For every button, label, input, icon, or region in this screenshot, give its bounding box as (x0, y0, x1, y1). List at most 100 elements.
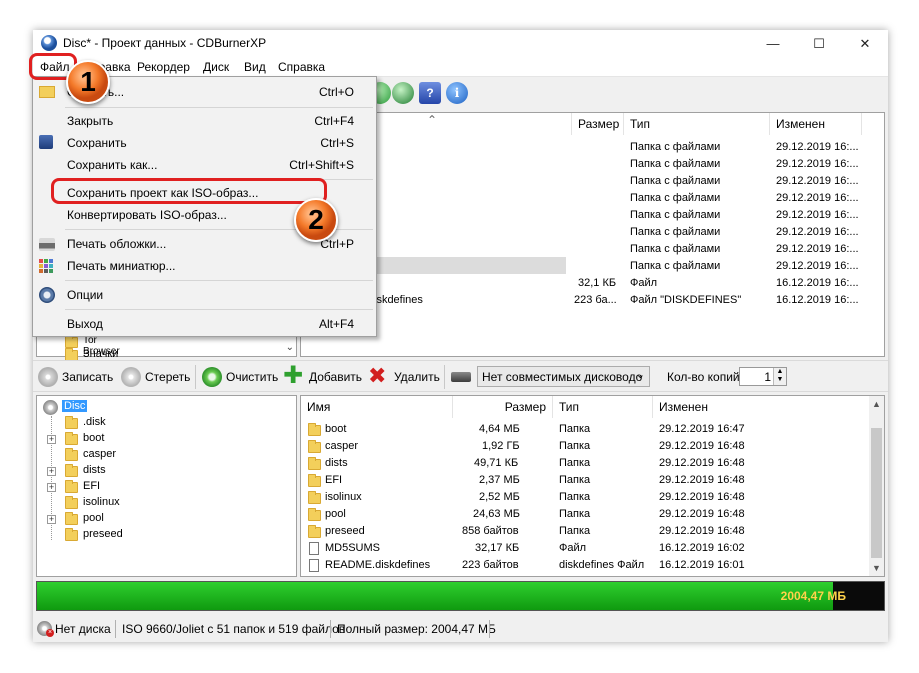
menu-recorder[interactable]: Рекордер (137, 60, 190, 74)
folder-icon (308, 525, 321, 538)
chevron-down-icon[interactable]: ⌄ (286, 342, 294, 353)
menu-separator (65, 309, 373, 310)
status-separator (489, 620, 490, 638)
disc-capacity-bar: 2004,47 МБ (36, 581, 885, 611)
table-row[interactable]: dists 49,71 КБ Папка 29.12.2019 16:48 (301, 455, 871, 472)
maximize-button[interactable]: ☐ (796, 30, 842, 57)
menu-item-close[interactable]: Закрыть Ctrl+F4 (33, 110, 376, 132)
status-bar: × Нет диска ISO 9660/Joliet с 51 папок и… (33, 616, 888, 642)
table-row[interactable]: EFI 2,37 МБ Папка 29.12.2019 16:48 (301, 472, 871, 489)
status-separator (115, 620, 116, 638)
menu-view[interactable]: Вид (244, 60, 266, 74)
step-badge-1: 1 (66, 60, 110, 104)
menu-bar: Файл Правка Рекордер Диск Вид Справка (33, 57, 888, 77)
expand-icon[interactable]: + (47, 467, 56, 476)
plus-icon: ✚ (283, 362, 304, 389)
expand-icon[interactable]: + (47, 435, 56, 444)
tree-item[interactable]: .disk (45, 415, 245, 431)
menu-help[interactable]: Справка (278, 60, 325, 74)
disc-file-list[interactable]: Имя Размер Тип Изменен boot 4,64 МБ Папка 2… (300, 395, 885, 577)
drive-select[interactable]: Нет совместимых дисководо ⌄ (477, 366, 650, 387)
disc-tree[interactable]: Disc .disk + boot casper + dists + EFI i… (36, 395, 297, 577)
expand-icon[interactable]: + (47, 483, 56, 492)
sort-up-icon: ⌃ (427, 113, 438, 127)
menu-item-print-thumbnails[interactable]: Печать миниатюр... (33, 255, 376, 277)
delete-x-icon: ✖ (368, 363, 387, 388)
folder-icon (308, 457, 321, 470)
folder-icon (65, 464, 78, 477)
explorer-file-list[interactable]: ⌃ Размер Тип Изменен Папка с файлами 29.1… (300, 112, 885, 357)
tree-item[interactable]: + pool (45, 511, 245, 527)
scroll-down-icon[interactable]: ▼ (869, 560, 884, 576)
menu-item-options[interactable]: Опции (33, 284, 376, 306)
chevron-down-icon: ⌄ (635, 369, 645, 381)
help-icon[interactable]: ? (419, 82, 441, 104)
minimize-button[interactable]: — (750, 30, 796, 57)
table-row[interactable]: casper 1,92 ГБ Папка 29.12.2019 16:48 (301, 438, 871, 455)
list-item[interactable]: iskdefines 223 ба... Файл "DISKDEFINES" 16.… (301, 292, 884, 309)
table-row[interactable]: README.diskdefines 223 байтов diskdefines … (301, 557, 871, 574)
list-item[interactable]: Папка с файлами 29.12.2019 16:... (301, 241, 884, 258)
list-item[interactable]: Папка с файлами 29.12.2019 16:... (301, 224, 884, 241)
folder-icon (65, 528, 78, 541)
disc-icon (43, 400, 58, 415)
tree-item[interactable]: + boot (45, 431, 245, 447)
list-item[interactable]: Папка с файлами 29.12.2019 16:... (301, 258, 884, 275)
folder-icon (65, 512, 78, 525)
table-row[interactable]: boot 4,64 МБ Папка 29.12.2019 16:47 (301, 421, 871, 438)
menu-disc[interactable]: Диск (203, 60, 229, 74)
folder-icon (308, 440, 321, 453)
folder-icon (308, 423, 321, 436)
table-row[interactable]: pool 24,63 МБ Папка 29.12.2019 16:48 (301, 506, 871, 523)
error-badge-icon: × (46, 629, 54, 637)
status-total-size: Полный размер: 2004,47 МБ (337, 622, 496, 636)
tree-item[interactable]: + EFI (45, 479, 245, 495)
menu-item-exit[interactable]: Выход Alt+F4 (33, 313, 376, 335)
stepper-arrows-icon[interactable]: ▲ ▼ (773, 368, 786, 385)
folder-icon (65, 416, 78, 429)
folder-icon (65, 496, 78, 509)
table-row[interactable]: isolinux 2,52 МБ Папка 29.12.2019 16:48 (301, 489, 871, 506)
vertical-scrollbar[interactable]: ▲ ▼ (869, 396, 884, 576)
column-header-type[interactable]: Тип (553, 396, 653, 418)
list-item[interactable]: Папка с файлами 29.12.2019 16:... (301, 139, 884, 156)
update-icon[interactable] (392, 82, 414, 104)
column-header-modified[interactable]: Изменен (653, 396, 871, 418)
list-item[interactable]: Папка с файлами 29.12.2019 16:... (301, 156, 884, 173)
table-row[interactable]: MD5SUMS 32,17 КБ Файл 16.12.2019 16:02 (301, 540, 871, 557)
scroll-up-icon[interactable]: ▲ (869, 396, 884, 412)
info-icon[interactable]: i (446, 82, 468, 104)
column-header-size[interactable]: Размер (453, 396, 553, 418)
thumbnails-icon (39, 259, 53, 273)
menu-separator (65, 107, 373, 108)
column-header-size[interactable]: Размер (572, 113, 624, 135)
tree-item[interactable]: isolinux (45, 495, 245, 511)
status-disc: Нет диска (55, 622, 111, 636)
table-row[interactable]: preseed 858 байтов Папка 29.12.2019 16:48 (301, 523, 871, 540)
status-separator (330, 620, 331, 638)
disc-burn-icon (38, 367, 58, 387)
expand-icon[interactable]: + (47, 515, 56, 524)
list-item[interactable]: Папка с файлами 29.12.2019 16:... (301, 190, 884, 207)
tree-item[interactable]: casper (45, 447, 245, 463)
folder-icon (65, 335, 78, 348)
list-item[interactable]: Папка с файлами 29.12.2019 16:... (301, 173, 884, 190)
scroll-thumb[interactable] (871, 428, 882, 558)
capacity-text: 2004,47 МБ (780, 589, 846, 603)
column-header-name[interactable]: Имя (301, 396, 453, 418)
menu-item-save-as[interactable]: Сохранить как... Ctrl+Shift+S (33, 154, 376, 176)
menu-item-save[interactable]: Сохранить Ctrl+S (33, 132, 376, 154)
close-button[interactable]: ✕ (842, 30, 888, 57)
capacity-fill (37, 582, 833, 610)
save-icon (39, 135, 53, 149)
tree-item[interactable]: + dists (45, 463, 245, 479)
window-title: Disc* - Проект данных - CDBurnerXP (63, 36, 267, 50)
column-header-modified[interactable]: Изменен (770, 113, 862, 135)
tree-item[interactable]: preseed (45, 527, 245, 543)
list-item[interactable]: 32,1 КБ Файл 16.12.2019 16:... (301, 275, 884, 292)
clear-icon (202, 367, 222, 387)
column-header-type[interactable]: Тип (624, 113, 770, 135)
copies-stepper[interactable]: 1 ▲ ▼ (739, 367, 787, 386)
disc-erase-icon (121, 367, 141, 387)
list-item[interactable]: Папка с файлами 29.12.2019 16:... (301, 207, 884, 224)
